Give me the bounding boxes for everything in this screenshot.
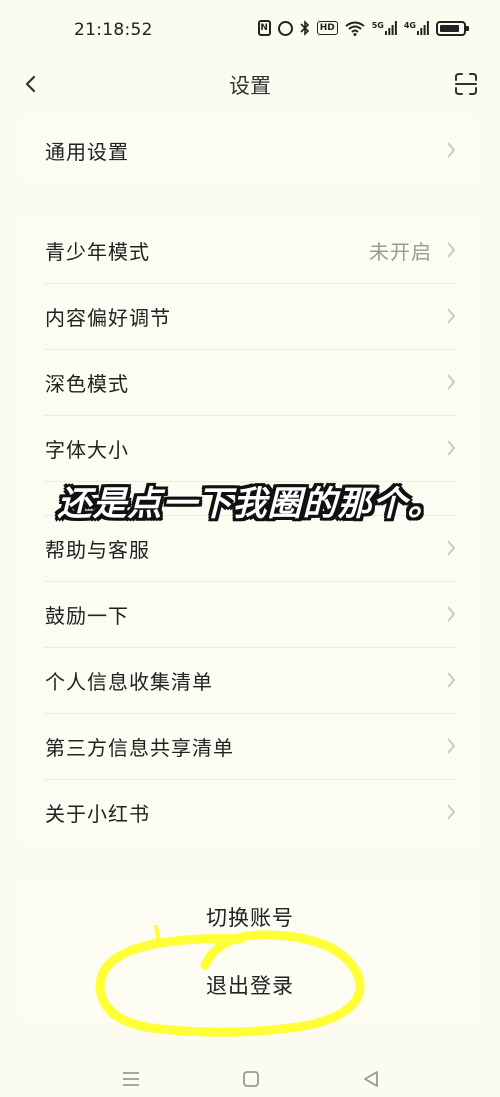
scan-button[interactable] [454, 72, 478, 96]
settings-item-label: 第三方信息共享清单 [45, 735, 234, 760]
switch-account-button[interactable]: 切换账号 [22, 902, 478, 932]
settings-item-content-preference[interactable]: 内容偏好调节 [22, 283, 478, 349]
wifi-icon [345, 21, 365, 36]
nfc-icon: N [257, 20, 271, 36]
top-nav-bar: 设置 [0, 62, 500, 106]
back-triangle-icon [364, 1071, 378, 1087]
settings-item-label: 字体大小 [45, 437, 129, 462]
status-time: 21:18:52 [74, 20, 153, 40]
chevron-right-icon [447, 308, 456, 324]
chevron-right-icon [447, 440, 456, 456]
settings-group-general: 通用设置 [22, 117, 478, 183]
menu-button[interactable] [120, 1068, 142, 1090]
overlay-caption: 还是点一下我圈的那个。 [57, 484, 443, 524]
chevron-right-icon [447, 242, 456, 258]
signal-5g-icon: 5G [372, 21, 397, 35]
settings-item-font-size[interactable]: 字体大小 [22, 415, 478, 481]
chevron-right-icon [447, 606, 456, 622]
settings-item-teen-mode[interactable]: 青少年模式 未开启 [22, 217, 478, 283]
settings-item-label: 关于小红书 [45, 801, 150, 826]
chevron-right-icon [447, 374, 456, 390]
chevron-right-icon [447, 142, 456, 158]
chevron-right-icon [447, 804, 456, 820]
settings-item-label: 通用设置 [45, 139, 129, 164]
status-bar: 21:18:52 N HD 5G 4G [0, 0, 500, 62]
account-group: 切换账号 退出登录 [22, 880, 478, 1022]
battery-icon [436, 20, 469, 36]
chevron-right-icon [447, 672, 456, 688]
settings-item-encourage[interactable]: 鼓励一下 [22, 581, 478, 647]
chevron-right-icon [447, 738, 456, 754]
settings-item-general[interactable]: 通用设置 [22, 117, 478, 183]
settings-item-personal-info-list[interactable]: 个人信息收集清单 [22, 647, 478, 713]
scan-icon [455, 73, 477, 95]
home-icon [243, 1071, 259, 1087]
alarm-icon [277, 20, 293, 36]
teen-mode-status: 未开启 [369, 239, 432, 264]
menu-icon [123, 1072, 139, 1086]
chevron-right-icon [447, 540, 456, 556]
signal-4g-icon: 4G [404, 21, 429, 35]
back-nav-button[interactable] [360, 1068, 382, 1090]
settings-item-label: 个人信息收集清单 [45, 669, 213, 694]
settings-item-label: 深色模式 [45, 371, 129, 396]
system-nav-bar [0, 1060, 500, 1097]
hd-icon: HD [316, 21, 338, 35]
settings-item-label: 鼓励一下 [45, 603, 129, 628]
status-icons: N HD 5G 4G [257, 20, 469, 36]
settings-item-label: 帮助与客服 [45, 537, 150, 562]
logout-button[interactable]: 退出登录 [22, 970, 478, 1000]
settings-item-dark-mode[interactable]: 深色模式 [22, 349, 478, 415]
bluetooth-icon [300, 20, 310, 36]
settings-group-main: 青少年模式 未开启 内容偏好调节 深色模式 字体大小 帮助与客服 鼓励一下 个人… [22, 217, 478, 845]
page-title: 设置 [229, 74, 271, 98]
settings-item-label: 内容偏好调节 [45, 305, 171, 330]
settings-item-label: 青少年模式 [45, 239, 150, 264]
settings-item-about[interactable]: 关于小红书 [22, 779, 478, 845]
settings-item-third-party-list[interactable]: 第三方信息共享清单 [22, 713, 478, 779]
home-button[interactable] [240, 1068, 262, 1090]
